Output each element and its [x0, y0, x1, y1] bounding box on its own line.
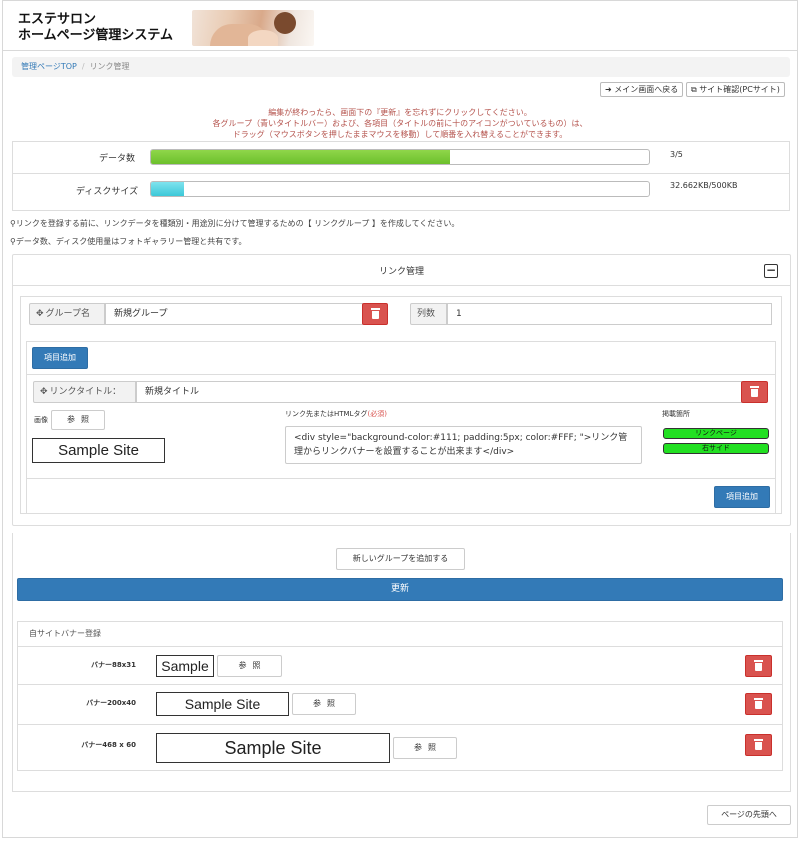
- header-hero-image: [192, 10, 314, 46]
- placement-link-page[interactable]: リンクページ: [663, 428, 769, 439]
- placement-right-side[interactable]: 右サイド: [663, 443, 769, 454]
- link-title-addon[interactable]: ✥ リンクタイトル：: [33, 381, 136, 403]
- instruction-notice: 編集が終わったら、画面下の『更新』を忘れずにクリックしてください。 各グループ（…: [180, 107, 620, 140]
- items-footer-divider: [26, 478, 776, 479]
- columns-input[interactable]: 1: [447, 303, 772, 325]
- app-title-line2: ホームページ管理システム: [18, 28, 173, 43]
- banner-section-title: 自サイトバナー登録: [29, 629, 101, 638]
- html-tag-textarea[interactable]: <div style="background-color:#111; paddi…: [285, 426, 642, 464]
- move-icon[interactable]: ✥: [36, 304, 44, 324]
- banner-200x40-preview: Sample Site: [156, 692, 289, 716]
- disk-size-label: ディスクサイズ: [76, 187, 139, 197]
- back-to-top-button[interactable]: ページの先頭へ: [707, 805, 791, 825]
- add-item-button[interactable]: 項目追加: [32, 347, 88, 369]
- items-header-divider: [26, 374, 776, 375]
- data-count-progress-bar: [150, 149, 650, 165]
- breadcrumb-home-link[interactable]: 管理ページTOP: [21, 62, 77, 71]
- banner-468x60-browse-button[interactable]: 参照: [393, 737, 457, 759]
- banner-preview-image: Sample Site: [32, 438, 165, 463]
- arrow-right-icon: ➜: [605, 85, 612, 94]
- image-browse-button[interactable]: 参照: [51, 410, 105, 430]
- data-count-label: データ数: [99, 154, 136, 164]
- note-link-group-text: リンクを登録する前に、リンクデータを種類別・用途別に分けて管理するための【 リン…: [15, 219, 460, 228]
- banner-200x40-browse-button[interactable]: 参照: [292, 693, 356, 715]
- note-shared-usage-text: データ数、ディスク使用量はフォトギャラリー管理と共有です。: [15, 237, 247, 246]
- banner-200x40-delete-button[interactable]: [745, 693, 772, 715]
- data-count-value: 3/5: [670, 150, 683, 159]
- add-item-bottom-button[interactable]: 項目追加: [714, 486, 770, 508]
- banner-468x60-preview: Sample Site: [156, 733, 390, 763]
- disk-size-progress-fill: [151, 182, 184, 196]
- banner-row-divider: [17, 724, 783, 725]
- banner-200x40-label: バナー200x40: [86, 699, 136, 707]
- site-check-button[interactable]: ⧉ サイト確認(PCサイト): [686, 82, 785, 97]
- banner-88x31-label: バナー88x31: [91, 661, 136, 669]
- back-to-main-label: メイン画面へ戻る: [614, 85, 679, 94]
- trash-icon: [370, 308, 380, 319]
- banner-468x60-delete-button[interactable]: [745, 734, 772, 756]
- disk-size-progress-bar: [150, 181, 650, 197]
- stats-row-divider: [12, 173, 790, 174]
- columns-addon: 列数: [410, 303, 447, 325]
- app-title-line1: エステサロン: [18, 12, 97, 27]
- group-name-input[interactable]: 新規グループ: [105, 303, 363, 325]
- banner-468x60-label: バナー468 x 60: [81, 741, 136, 749]
- notice-line2: 各グループ（青いタイトルバー）および、各項目（タイトルの前に十のアイコンがついて…: [212, 119, 588, 128]
- image-label: 画像: [34, 416, 48, 424]
- header-divider: [3, 50, 797, 51]
- site-check-label: サイト確認(PCサイト): [699, 85, 780, 94]
- add-new-group-button[interactable]: 新しいグループを追加する: [336, 548, 465, 570]
- trash-icon: [750, 386, 759, 397]
- banner-88x31-delete-button[interactable]: [745, 655, 772, 677]
- delete-item-button[interactable]: [741, 381, 768, 403]
- collapse-icon[interactable]: −: [764, 264, 778, 278]
- trash-icon: [754, 739, 763, 750]
- link-title-input[interactable]: 新規タイトル: [136, 381, 742, 403]
- banner-row-divider: [17, 684, 783, 685]
- banner-88x31-preview: Sample: [156, 655, 214, 677]
- group-name-addon[interactable]: ✥ グループ名: [29, 303, 105, 325]
- note-link-group: ⚲リンクを登録する前に、リンクデータを種類別・用途別に分けて管理するための【 リ…: [10, 218, 459, 229]
- update-button[interactable]: 更新: [17, 578, 783, 601]
- breadcrumb: 管理ページTOP / リンク管理: [12, 57, 790, 77]
- note-shared-usage: ⚲データ数、ディスク使用量はフォトギャラリー管理と共有です。: [10, 236, 247, 247]
- html-tag-label-text: リンク先またはHTMLタグ: [285, 410, 368, 418]
- banner-88x31-browse-button[interactable]: 参照: [217, 655, 282, 677]
- external-link-icon: ⧉: [691, 85, 697, 94]
- back-to-main-button[interactable]: ➜ メイン画面へ戻る: [600, 82, 684, 97]
- breadcrumb-separator: /: [81, 62, 85, 71]
- breadcrumb-current: リンク管理: [89, 62, 130, 71]
- app-title: エステサロン ホームページ管理システム: [18, 12, 173, 44]
- banner-section-divider: [17, 646, 783, 647]
- required-badge: (必須): [367, 410, 387, 418]
- group-name-label: グループ名: [45, 309, 91, 319]
- move-icon[interactable]: ✥: [40, 382, 48, 402]
- delete-group-button[interactable]: [362, 303, 388, 325]
- panel-title: リンク管理: [378, 267, 424, 277]
- disk-size-value: 32.662KB/500KB: [670, 181, 738, 190]
- notice-line3: ドラッグ（マウスボタンを押したままマウスを移動）して順番を入れ替えることができま…: [232, 130, 568, 139]
- link-title-label: リンクタイトル：: [49, 387, 122, 397]
- panel-header-divider: [12, 285, 791, 286]
- placement-label: 掲載箇所: [662, 410, 690, 418]
- notice-line1: 編集が終わったら、画面下の『更新』を忘れずにクリックしてください。: [268, 108, 532, 117]
- trash-icon: [754, 660, 763, 671]
- html-tag-label: リンク先またはHTMLタグ(必須): [285, 409, 387, 419]
- data-count-progress-fill: [151, 150, 450, 164]
- trash-icon: [754, 698, 763, 709]
